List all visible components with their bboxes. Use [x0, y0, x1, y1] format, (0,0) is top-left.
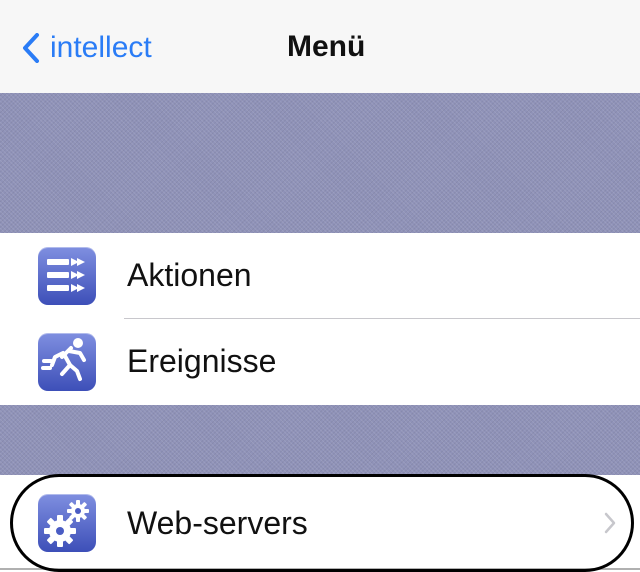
bottom-divider [0, 568, 640, 570]
back-label: intellect [50, 31, 152, 64]
menu-item-label: Ereignisse [127, 343, 277, 379]
actions-icon [38, 247, 96, 305]
menu-item-label: Web-servers [127, 505, 308, 541]
gears-icon [38, 494, 96, 552]
menu-item-label: Aktionen [127, 257, 252, 293]
chevron-right-icon [604, 512, 616, 534]
page-title: Menü [287, 30, 366, 63]
menu-item-ereignisse[interactable]: Ereignisse [0, 319, 640, 405]
section-header [0, 93, 640, 233]
menu-item-aktionen[interactable]: Aktionen [0, 233, 640, 319]
chevron-left-icon [23, 33, 39, 63]
section-header [0, 405, 640, 475]
menu-item-web-servers[interactable]: Web-servers [0, 475, 640, 571]
navigation-bar: intellect Menü [0, 0, 640, 93]
back-button[interactable]: intellect [22, 28, 152, 68]
running-man-icon [38, 333, 96, 391]
